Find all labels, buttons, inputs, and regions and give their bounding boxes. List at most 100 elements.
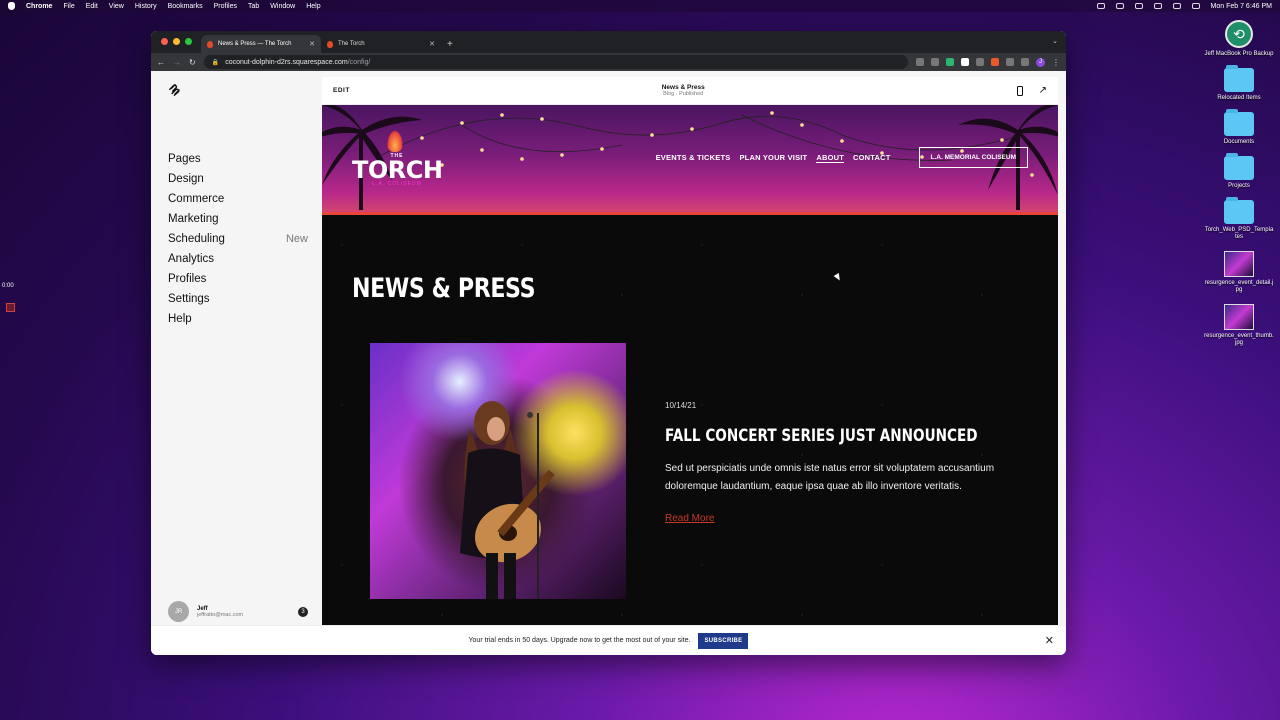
extension-icon[interactable]: [991, 58, 999, 66]
minimize-window-button[interactable]: [173, 38, 180, 45]
lock-icon: 🔒: [211, 59, 220, 66]
back-icon[interactable]: ←: [157, 58, 165, 67]
tab-search-icon[interactable]: ⌄: [1052, 37, 1058, 45]
fullscreen-arrow-icon[interactable]: ↗: [1039, 85, 1047, 96]
flame-icon: [387, 130, 403, 152]
puzzle-icon[interactable]: [1021, 58, 1029, 66]
read-more-link[interactable]: Read More: [665, 513, 714, 524]
page-info: News & Press Blog · Published: [662, 84, 705, 97]
editor-actions: ↗: [1016, 85, 1047, 96]
menubar-file[interactable]: File: [63, 3, 74, 10]
desktop-item-backup[interactable]: ⟲ Jeff MacBook Pro Backup: [1204, 20, 1274, 58]
extension-icon[interactable]: [946, 58, 954, 66]
post-thumbnail-image[interactable]: [370, 343, 626, 599]
menubar-profiles[interactable]: Profiles: [214, 3, 237, 10]
apple-icon[interactable]: [8, 2, 15, 10]
sidebar-item-marketing[interactable]: Marketing: [168, 209, 308, 229]
menubar-view[interactable]: View: [109, 3, 124, 10]
new-tab-button[interactable]: +: [441, 39, 459, 53]
page-heading: NEWS & PRESS: [352, 273, 536, 304]
reload-icon[interactable]: ↻: [189, 58, 196, 67]
editor-toolbar: EDIT News & Press Blog · Published ↗: [322, 77, 1058, 105]
share-icon[interactable]: [916, 58, 924, 66]
forward-icon[interactable]: →: [173, 58, 181, 67]
menubar-app-name[interactable]: Chrome: [26, 3, 52, 10]
sidebar-item-settings[interactable]: Settings: [168, 289, 308, 309]
sidebar-item-scheduling[interactable]: Scheduling New: [168, 229, 308, 249]
battery-icon[interactable]: [1134, 3, 1143, 9]
extension-icon[interactable]: [976, 58, 984, 66]
site-header: THE TORCH L.A. COLISEUM EVENTS & TICKETS…: [322, 105, 1058, 215]
page-title: News & Press: [661, 84, 705, 91]
address-bar[interactable]: 🔒 coconut-dolphin-d2rs.squarespace.com/c…: [203, 55, 908, 69]
menubar-help[interactable]: Help: [306, 3, 320, 10]
post-excerpt: Sed ut perspiciatis unde omnis iste natu…: [665, 463, 995, 492]
window-controls: [161, 38, 192, 45]
desktop-item-event-detail[interactable]: resurgence_event_detail.jpg: [1204, 251, 1274, 294]
site-nav-events-tickets[interactable]: EVENTS & TICKETS: [656, 153, 731, 162]
wifi-icon[interactable]: [1153, 3, 1162, 9]
site-preview[interactable]: THE TORCH L.A. COLISEUM EVENTS & TICKETS…: [322, 105, 1058, 625]
site-nav-contact[interactable]: CONTACT: [853, 153, 891, 162]
zoom-window-button[interactable]: [185, 38, 192, 45]
desktop-item-documents[interactable]: Documents: [1204, 109, 1274, 146]
close-icon[interactable]: ✕: [1045, 634, 1054, 647]
record-stop-button[interactable]: [6, 303, 15, 312]
menubar-window[interactable]: Window: [270, 3, 295, 10]
url-path: /config/: [347, 58, 371, 66]
notification-badge[interactable]: 3: [298, 606, 308, 617]
close-tab-icon[interactable]: ✕: [309, 40, 315, 48]
mobile-preview-icon[interactable]: [1016, 85, 1023, 96]
user-account[interactable]: JR Jeff jeffratto@mac.com 3: [168, 601, 308, 622]
desktop-item-projects[interactable]: Projects: [1204, 153, 1274, 190]
avatar: JR: [168, 601, 189, 622]
image-file-icon: [1224, 251, 1254, 277]
bookmark-star-icon[interactable]: [931, 58, 939, 66]
desktop-item-relocated[interactable]: Relocated Items: [1204, 65, 1274, 102]
sidebar-item-design[interactable]: Design: [168, 169, 308, 189]
menubar-bookmarks[interactable]: Bookmarks: [168, 3, 203, 10]
trial-message: Your trial ends in 50 days. Upgrade now …: [468, 637, 691, 644]
profile-avatar[interactable]: J: [1036, 57, 1045, 67]
sidebar-item-commerce[interactable]: Commerce: [168, 189, 308, 209]
sidebar-item-profiles[interactable]: Profiles: [168, 269, 308, 289]
sidebar-item-help[interactable]: Help: [168, 309, 308, 329]
close-tab-icon[interactable]: ✕: [429, 40, 435, 48]
page-status: Blog · Published: [663, 91, 704, 97]
folder-icon: [1224, 153, 1254, 180]
extension-icon[interactable]: [961, 58, 969, 66]
post-title[interactable]: FALL CONCERT SERIES JUST ANNOUNCED: [665, 426, 978, 446]
coliseum-cta-button[interactable]: L.A. MEMORIAL COLISEUM: [918, 147, 1028, 168]
folder-icon: [1224, 109, 1254, 136]
sidebar-item-analytics[interactable]: Analytics: [168, 249, 308, 269]
search-icon[interactable]: [1172, 3, 1181, 9]
sidebar-item-pages[interactable]: Pages: [168, 149, 308, 169]
site-nav-about[interactable]: ABOUT: [816, 153, 845, 163]
desktop-item-templates[interactable]: Torch_Web_PSD_Templates: [1204, 197, 1274, 241]
status-icon[interactable]: [1115, 3, 1124, 9]
menubar-tab[interactable]: Tab: [248, 3, 259, 10]
user-email: jeffratto@mac.com: [197, 611, 244, 618]
tab-label: News & Press — The Torch: [218, 41, 292, 47]
menu-dots-icon[interactable]: ⋮: [1052, 58, 1060, 67]
menubar-clock[interactable]: Mon Feb 7 6:46 PM: [1211, 3, 1272, 10]
tab-news-press[interactable]: News & Press — The Torch ✕: [201, 35, 321, 53]
squarespace-logo-icon[interactable]: [168, 84, 182, 96]
new-badge: New: [285, 233, 308, 245]
tab-bar: News & Press — The Torch ✕ The Torch ✕ +…: [151, 31, 1066, 53]
post-summary: 10/14/21 FALL CONCERT SERIES JUST ANNOUN…: [665, 401, 1025, 526]
status-icon[interactable]: [1096, 3, 1105, 9]
extension-icon[interactable]: [1006, 58, 1014, 66]
torch-logo[interactable]: THE TORCH L.A. COLISEUM: [352, 130, 443, 187]
menubar-history[interactable]: History: [135, 3, 157, 10]
close-window-button[interactable]: [161, 38, 168, 45]
menubar-right: Mon Feb 7 6:46 PM: [1096, 3, 1272, 10]
subscribe-button[interactable]: SUBSCRIBE: [698, 632, 749, 649]
control-center-icon[interactable]: [1191, 3, 1200, 9]
menubar-edit[interactable]: Edit: [86, 3, 98, 10]
edit-button[interactable]: EDIT: [333, 87, 350, 94]
squarespace-sidebar: Pages Design Commerce Marketing Scheduli…: [151, 71, 321, 655]
site-nav-plan-your-visit[interactable]: PLAN YOUR VISIT: [739, 153, 807, 162]
desktop-item-event-thumb[interactable]: resurgence_event_thumb.jpg: [1204, 304, 1274, 347]
tab-the-torch[interactable]: The Torch ✕: [321, 35, 441, 53]
